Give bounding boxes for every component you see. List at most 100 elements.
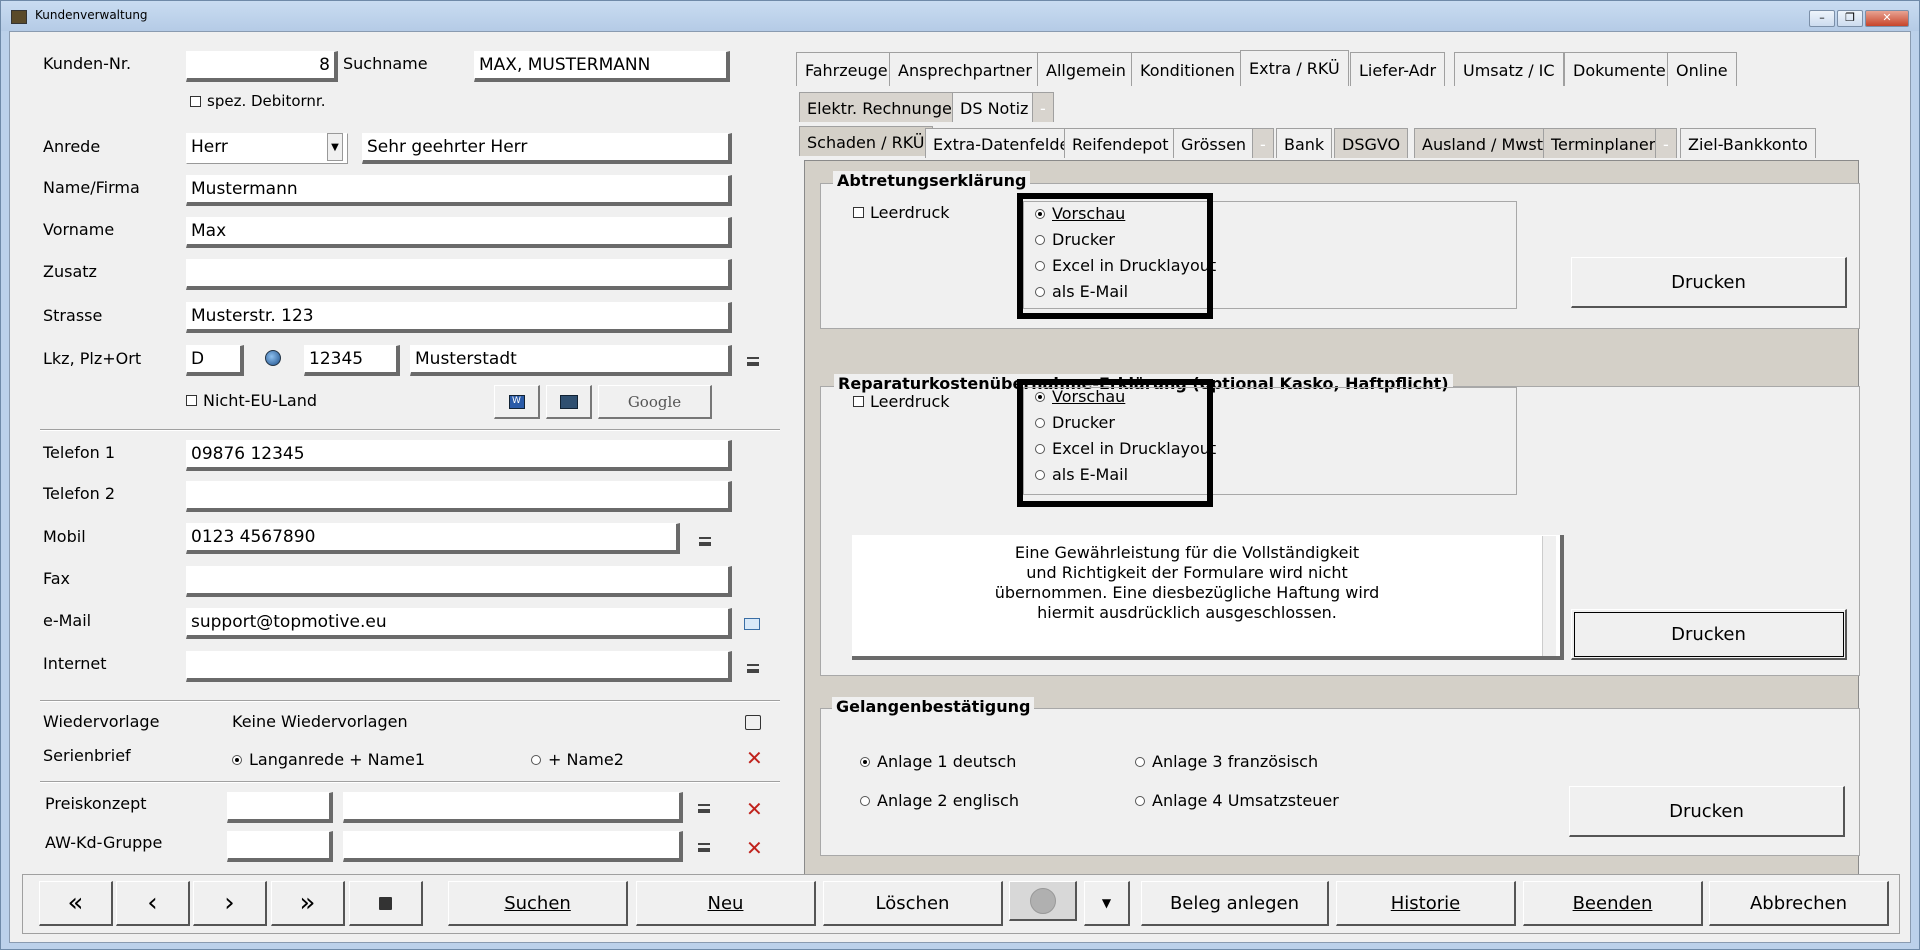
preiskonzept-code-field[interactable] [227,792,333,823]
tab-konditionen[interactable]: Konditionen [1131,52,1244,86]
save-button[interactable] [349,881,423,926]
email-field[interactable]: support@topmotive.eu [186,608,732,639]
last-record-button[interactable]: » [271,881,345,926]
prev-record-button[interactable]: ‹ [116,881,190,926]
tab-dsgvo[interactable]: DSGVO [1334,128,1409,158]
reparatur-leerdruck-checkbox[interactable]: Leerdruck [853,392,950,411]
abtretung-drucken-button[interactable]: Drucken [1571,257,1847,308]
minimize-button[interactable]: – [1809,10,1835,27]
suchen-button[interactable]: Suchen [448,881,628,926]
calendar-reminder-icon[interactable] [745,715,761,730]
beleg-anlegen-button[interactable]: Beleg anlegen [1141,881,1329,926]
clear-icon[interactable]: ✕ [746,799,763,819]
maximize-button[interactable]: ❐ [1837,10,1863,27]
card-button[interactable] [546,385,592,419]
loeschen-button[interactable]: Löschen [823,881,1003,926]
plz-field[interactable]: 12345 [304,345,400,376]
word-button[interactable]: W [494,385,540,419]
reparatur-option-drucker[interactable]: Drucker [1035,413,1115,432]
send-mail-icon[interactable] [744,618,760,630]
lkz-field[interactable]: D [186,345,244,376]
telefon2-field[interactable] [186,481,732,512]
first-record-button[interactable]: « [39,881,113,926]
gelangen-option-anlage3[interactable]: Anlage 3 französisch [1135,752,1318,771]
globe-icon[interactable] [265,350,281,366]
briefanrede-field[interactable]: Sehr geehrter Herr [362,133,732,164]
tab-schaden-rku[interactable]: Schaden / RKÜ [799,126,933,156]
tab-ansprechpartner[interactable]: Ansprechpartner [889,52,1041,86]
chevron-down-icon[interactable]: ▼ [327,133,343,161]
abtretung-option-vorschau[interactable]: Vorschau [1035,204,1125,223]
vorname-field[interactable]: Max [186,217,732,248]
ort-field[interactable]: Musterstadt [410,345,732,376]
zusatz-field[interactable] [186,259,732,290]
abtretung-leerdruck-checkbox[interactable]: Leerdruck [853,203,950,222]
telefon1-field[interactable]: 09876 12345 [186,440,732,471]
gelangen-drucken-button[interactable]: Drucken [1569,786,1845,837]
clear-icon[interactable]: ✕ [746,748,763,768]
list-icon[interactable] [698,804,710,813]
abtretung-option-email[interactable]: als E-Mail [1035,282,1128,301]
serienbrief-option-langanrede[interactable]: Langanrede + Name1 [232,750,425,769]
disclaimer-line: hiermit ausdrücklich ausgeschlossen. [1037,603,1337,622]
beenden-button[interactable]: Beenden [1523,881,1703,926]
tab-umsatz-ic[interactable]: Umsatz / IC [1454,52,1564,86]
abbrechen-button[interactable]: Abbrechen [1709,881,1889,926]
dropdown-button[interactable]: ▼ [1084,881,1130,926]
tab-elektr-rechnungen[interactable]: Elektr. Rechnungen [799,92,970,122]
reparatur-drucken-button[interactable]: Drucken [1571,609,1847,660]
tab-online[interactable]: Online [1667,52,1737,86]
internet-field[interactable] [186,651,732,682]
tab-bank[interactable]: Bank [1276,128,1333,158]
tab-ziel-bankkonto[interactable]: Ziel-Bankkonto [1680,128,1816,158]
awkd-name-field[interactable] [343,831,683,862]
google-button[interactable]: Google [598,385,712,419]
historie-button[interactable]: Historie [1336,881,1516,926]
preiskonzept-name-field[interactable] [343,792,683,823]
anrede-select[interactable]: Herr [186,133,348,164]
strasse-field[interactable]: Musterstr. 123 [186,302,732,333]
abtretung-leerdruck-label: Leerdruck [870,203,950,222]
abtretung-option-drucker[interactable]: Drucker [1035,230,1115,249]
close-button[interactable]: ✕ [1865,10,1909,27]
list-icon[interactable] [747,357,759,366]
list-icon[interactable] [747,664,759,673]
list-icon[interactable] [698,843,710,852]
tab-liefer-adr[interactable]: Liefer-Adr [1350,52,1446,86]
tab-terminplaner[interactable]: Terminplaner [1543,128,1664,158]
tab-fahrzeuge[interactable]: Fahrzeuge [796,52,897,86]
tab-allgemein[interactable]: Allgemein [1037,52,1135,86]
disclaimer-scrollbar[interactable] [1542,536,1556,656]
tab-ausland-mwst[interactable]: Ausland / Mwst [1414,128,1552,158]
awkd-code-field[interactable] [227,831,333,862]
tab-separator: - [1032,92,1054,122]
tab-dokumente[interactable]: Dokumente [1564,52,1675,86]
clear-icon[interactable]: ✕ [746,838,763,858]
reparatur-option-excel[interactable]: Excel in Drucklayout [1035,439,1216,458]
disclaimer-textbox[interactable]: Eine Gewährleistung für die Vollständigk… [852,535,1564,660]
tab-extra-datenfelder[interactable]: Extra-Datenfelder [925,128,1084,158]
gelangen-option-anlage1[interactable]: Anlage 1 deutsch [860,752,1016,771]
kunden-nr-field[interactable]: 8 [186,51,338,82]
next-record-button[interactable]: › [193,881,267,926]
reparatur-option-vorschau[interactable]: Vorschau [1035,387,1125,406]
neu-button[interactable]: Neu [636,881,816,926]
spez-debitor-checkbox[interactable]: spez. Debitornr. [190,92,325,110]
tab-ds-notiz[interactable]: DS Notiz [952,92,1037,122]
list-icon[interactable] [699,537,711,546]
gelangen-option-anlage4[interactable]: Anlage 4 Umsatzsteuer [1135,791,1339,810]
gelangen-option-anlage2[interactable]: Anlage 2 englisch [860,791,1019,810]
tab-extra-rku[interactable]: Extra / RKÜ [1240,50,1349,86]
mobil-field[interactable]: 0123 4567890 [186,523,680,554]
abtretung-option-excel[interactable]: Excel in Drucklayout [1035,256,1216,275]
suchname-field[interactable]: MAX, MUSTERMANN [474,51,730,82]
name-field[interactable]: Mustermann [186,175,732,206]
tab-reifendepot[interactable]: Reifendepot [1064,128,1177,158]
disabled-action-button[interactable] [1009,881,1077,921]
serienbrief-option-name2[interactable]: + Name2 [531,750,624,769]
reparatur-option-email[interactable]: als E-Mail [1035,465,1128,484]
nicht-eu-checkbox[interactable]: Nicht-EU-Land [186,391,317,410]
fax-field[interactable] [186,566,732,597]
email-label: e-Mail [43,611,92,630]
tab-groessen[interactable]: Grössen [1173,128,1255,158]
